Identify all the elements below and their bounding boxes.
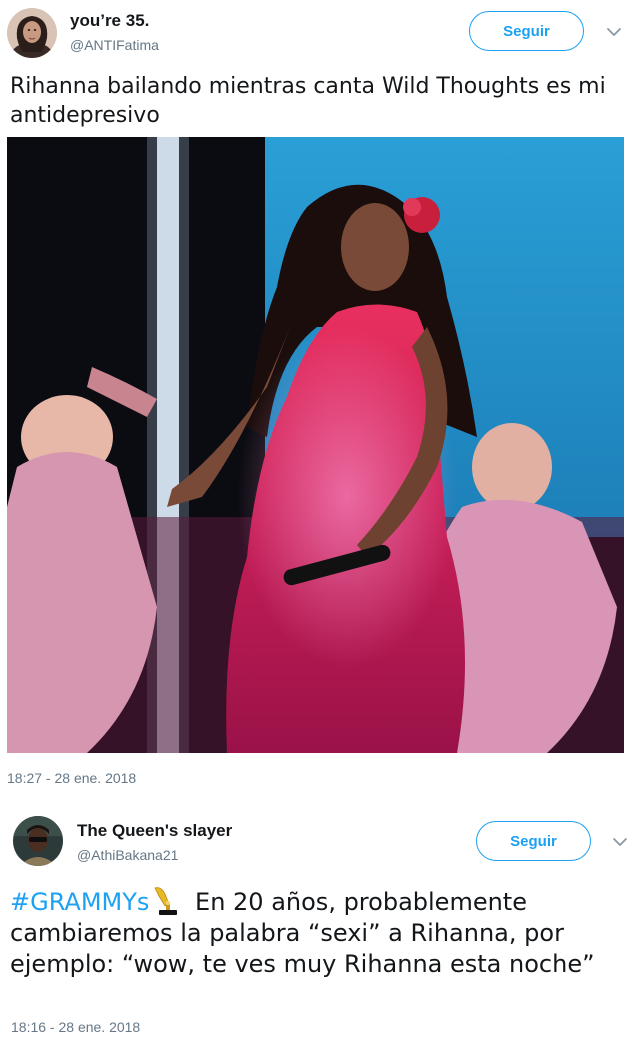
tweet: you’re 35. @ANTIFatima Seguir Rihanna ba…: [0, 0, 633, 800]
timestamp[interactable]: 18:16 - 28 ene. 2018: [11, 1019, 140, 1035]
display-name[interactable]: The Queen's slayer: [77, 821, 232, 841]
avatar[interactable]: [7, 8, 57, 58]
timestamp[interactable]: 18:27 - 28 ene. 2018: [7, 770, 136, 786]
username-handle[interactable]: @AthiBakana21: [77, 847, 178, 863]
tweet-text: Rihanna bailando mientras canta Wild Tho…: [10, 74, 606, 128]
grammy-gramophone-icon: [154, 887, 178, 915]
follow-button[interactable]: Seguir: [469, 11, 584, 51]
follow-button[interactable]: Seguir: [476, 821, 591, 861]
tweet: The Queen's slayer @AthiBakana21 Seguir …: [0, 808, 633, 1041]
username-handle[interactable]: @ANTIFatima: [70, 37, 159, 53]
tweet-photo[interactable]: [7, 137, 624, 753]
display-name[interactable]: you’re 35.: [70, 11, 149, 31]
chevron-down-icon[interactable]: [604, 22, 624, 42]
hashtag-link[interactable]: #GRAMMYs: [10, 888, 149, 916]
chevron-down-icon[interactable]: [610, 832, 630, 852]
avatar[interactable]: [13, 816, 63, 866]
tweet-text: #GRAMMYs En 20 años, probablemente cambi…: [10, 884, 625, 980]
